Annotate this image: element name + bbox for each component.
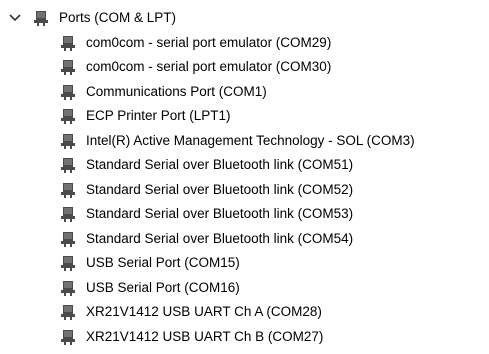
device-label: com0com - serial port emulator (COM29)	[86, 34, 332, 50]
category-label: Ports (COM & LPT)	[59, 10, 177, 26]
port-connector-icon	[60, 157, 76, 174]
device-label: XR21V1412 USB UART Ch A (COM28)	[86, 304, 322, 320]
device-label: Communications Port (COM1)	[86, 83, 267, 99]
tree-device-item[interactable]: com0com - serial port emulator (COM29)	[0, 31, 489, 56]
device-tree: Ports (COM & LPT) com0com - serial port …	[0, 6, 489, 349]
port-connector-icon	[33, 10, 49, 27]
device-label: Standard Serial over Bluetooth link (COM…	[86, 230, 354, 246]
port-connector-icon	[60, 182, 76, 198]
device-label: Intel(R) Active Management Technology - …	[86, 132, 415, 148]
port-connector-icon	[60, 280, 76, 296]
port-connector-icon	[60, 329, 76, 345]
tree-device-item[interactable]: ECP Printer Port (LPT1)	[0, 104, 489, 129]
tree-device-item[interactable]: XR21V1412 USB UART Ch B (COM27)	[0, 325, 489, 350]
device-label: Standard Serial over Bluetooth link (COM…	[86, 157, 354, 173]
port-connector-icon	[60, 231, 76, 247]
tree-device-item[interactable]: Standard Serial over Bluetooth link (COM…	[0, 202, 489, 227]
tree-device-item[interactable]: Communications Port (COM1)	[0, 80, 489, 105]
tree-device-item[interactable]: USB Serial Port (COM16)	[0, 276, 489, 301]
port-connector-icon	[60, 84, 76, 100]
tree-device-item[interactable]: USB Serial Port (COM15)	[0, 251, 489, 276]
device-label: Standard Serial over Bluetooth link (COM…	[86, 181, 354, 197]
device-label: ECP Printer Port (LPT1)	[86, 108, 231, 124]
chevron-down-icon[interactable]	[8, 11, 22, 25]
device-label: Standard Serial over Bluetooth link (COM…	[86, 206, 354, 222]
tree-device-item[interactable]: XR21V1412 USB UART Ch A (COM28)	[0, 300, 489, 325]
port-connector-icon	[60, 304, 76, 321]
device-label: USB Serial Port (COM15)	[86, 255, 240, 271]
port-connector-icon	[60, 255, 76, 272]
tree-device-item[interactable]: Standard Serial over Bluetooth link (COM…	[0, 178, 489, 203]
device-label: com0com - serial port emulator (COM30)	[86, 59, 332, 75]
tree-device-item[interactable]: Standard Serial over Bluetooth link (COM…	[0, 153, 489, 178]
port-connector-icon	[60, 35, 76, 51]
port-connector-icon	[60, 133, 76, 149]
tree-category-ports[interactable]: Ports (COM & LPT)	[0, 6, 489, 31]
tree-device-item[interactable]: Intel(R) Active Management Technology - …	[0, 129, 489, 154]
device-list: com0com - serial port emulator (COM29) c…	[0, 31, 489, 350]
tree-device-item[interactable]: com0com - serial port emulator (COM30)	[0, 55, 489, 80]
port-connector-icon	[60, 206, 76, 223]
port-connector-icon	[60, 59, 76, 76]
port-connector-icon	[60, 108, 76, 125]
device-label: USB Serial Port (COM16)	[86, 279, 240, 295]
tree-device-item[interactable]: Standard Serial over Bluetooth link (COM…	[0, 227, 489, 252]
device-label: XR21V1412 USB UART Ch B (COM27)	[86, 328, 324, 344]
